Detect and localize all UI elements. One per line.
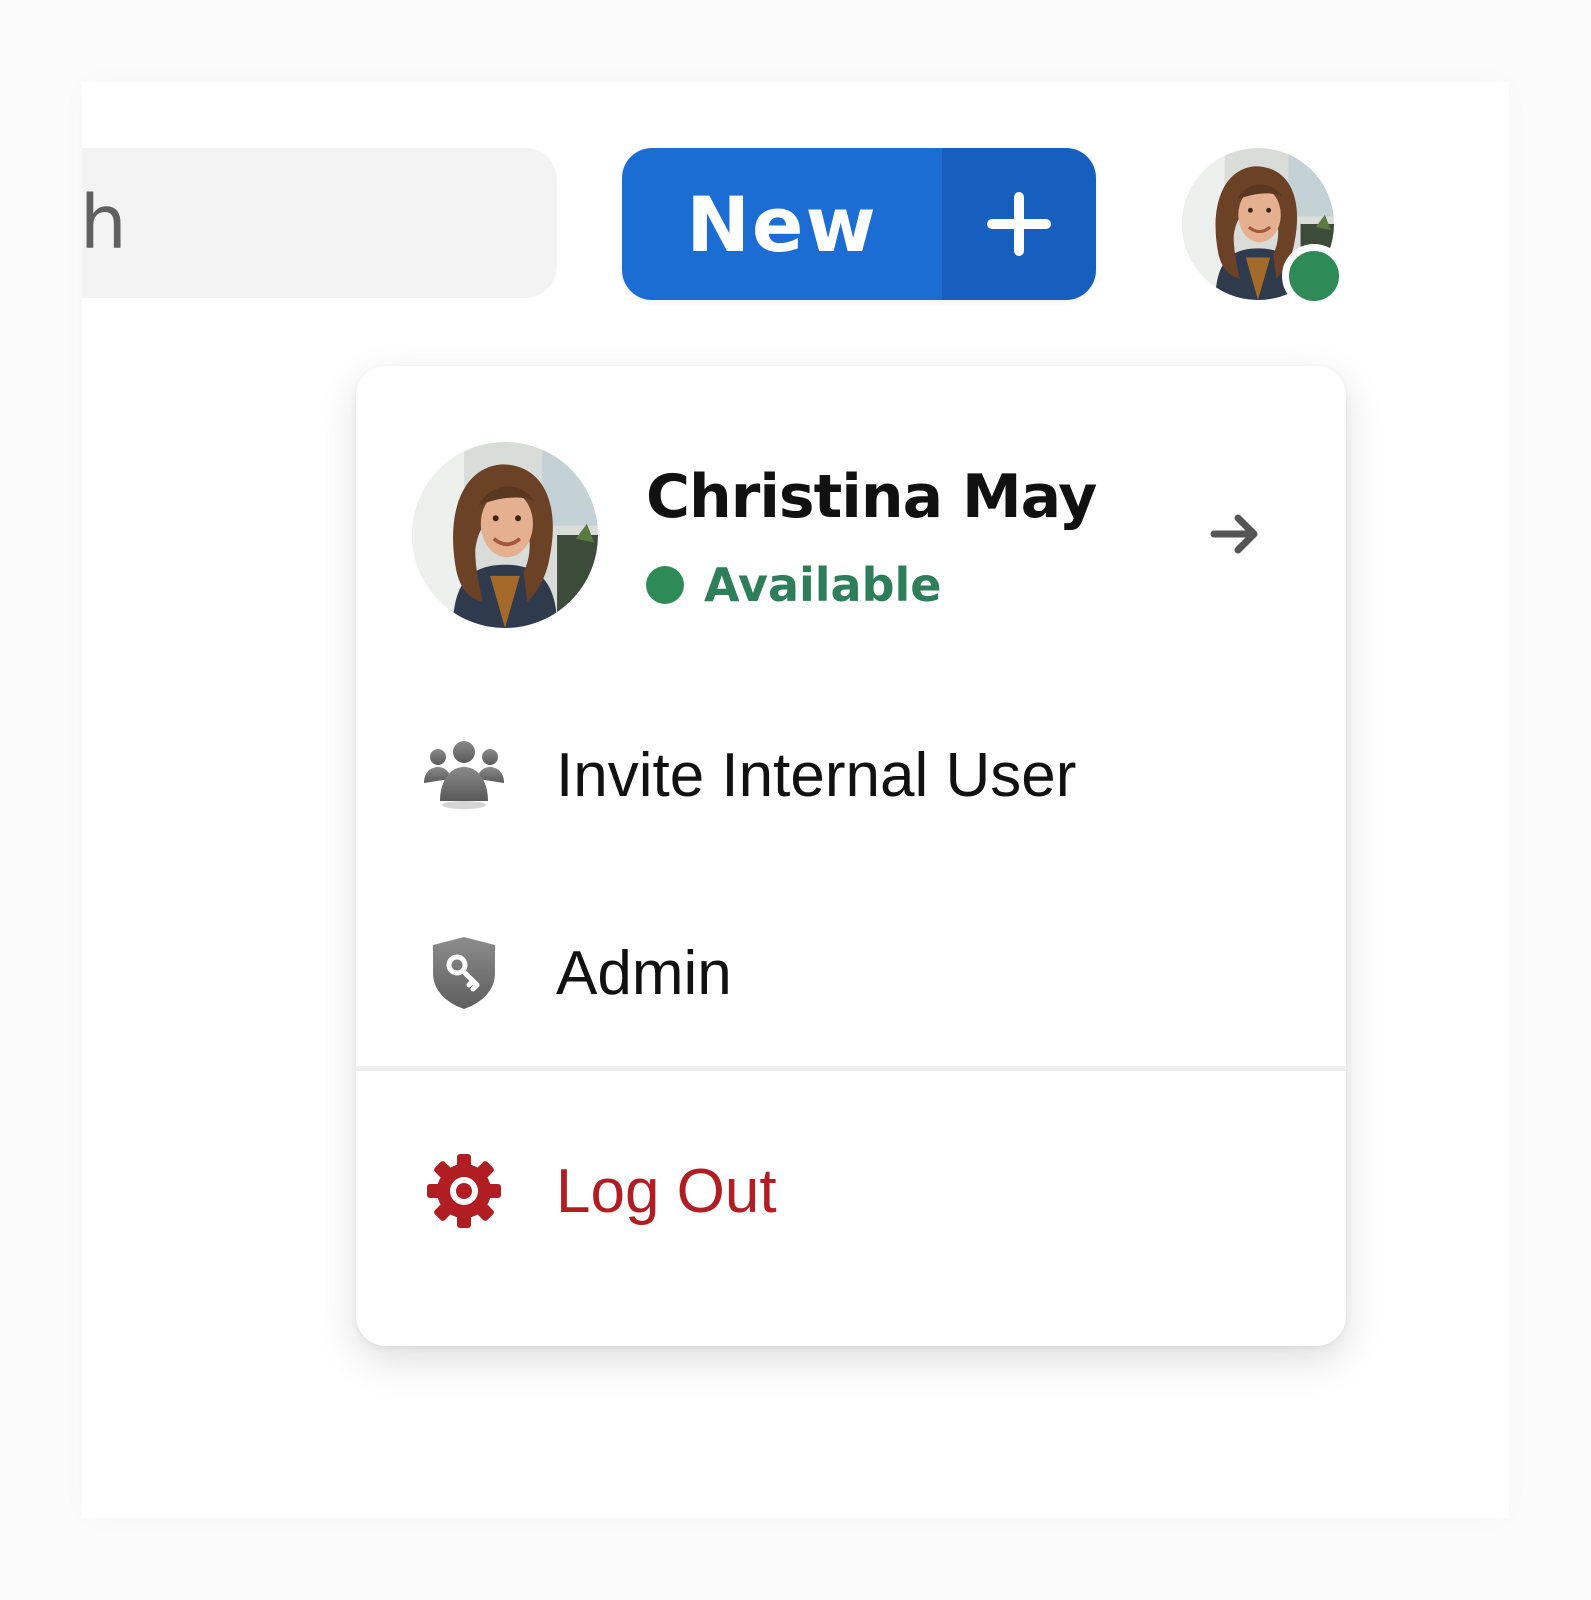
menu-item-label: Invite Internal User bbox=[556, 740, 1077, 810]
profile-avatar bbox=[412, 442, 598, 628]
users-icon bbox=[422, 733, 506, 817]
presence-status-dot bbox=[1282, 244, 1346, 308]
menu-item-invite-internal-user[interactable]: Invite Internal User bbox=[356, 690, 1346, 860]
status-text: Available bbox=[704, 558, 942, 612]
new-split-button[interactable]: New bbox=[622, 148, 1096, 300]
gear-icon bbox=[422, 1149, 506, 1233]
menu-item-log-out[interactable]: Log Out bbox=[356, 1106, 1346, 1276]
profile-name: Christina May bbox=[646, 462, 1097, 532]
status-dot bbox=[646, 566, 684, 604]
app-header-canvas: arch New bbox=[82, 82, 1509, 1518]
status-indicator: Available bbox=[646, 558, 941, 612]
menu-divider bbox=[356, 1066, 1346, 1071]
new-dropdown-button[interactable] bbox=[942, 148, 1096, 300]
menu-item-label: Log Out bbox=[556, 1156, 777, 1226]
avatar bbox=[412, 442, 598, 628]
search-placeholder: arch bbox=[82, 180, 128, 266]
arrow-right-icon[interactable] bbox=[1208, 506, 1264, 562]
menu-item-label: Admin bbox=[556, 938, 732, 1008]
profile-row[interactable]: Christina May Available bbox=[356, 366, 1346, 656]
menu-item-admin[interactable]: Admin bbox=[356, 888, 1346, 1058]
plus-icon bbox=[987, 192, 1051, 256]
user-menu-dropdown: Christina May Available Invite Internal … bbox=[356, 366, 1346, 1346]
search-input[interactable]: arch bbox=[82, 148, 557, 298]
new-button[interactable]: New bbox=[622, 148, 942, 300]
user-avatar-button[interactable] bbox=[1182, 148, 1346, 308]
shield-key-icon bbox=[422, 931, 506, 1015]
